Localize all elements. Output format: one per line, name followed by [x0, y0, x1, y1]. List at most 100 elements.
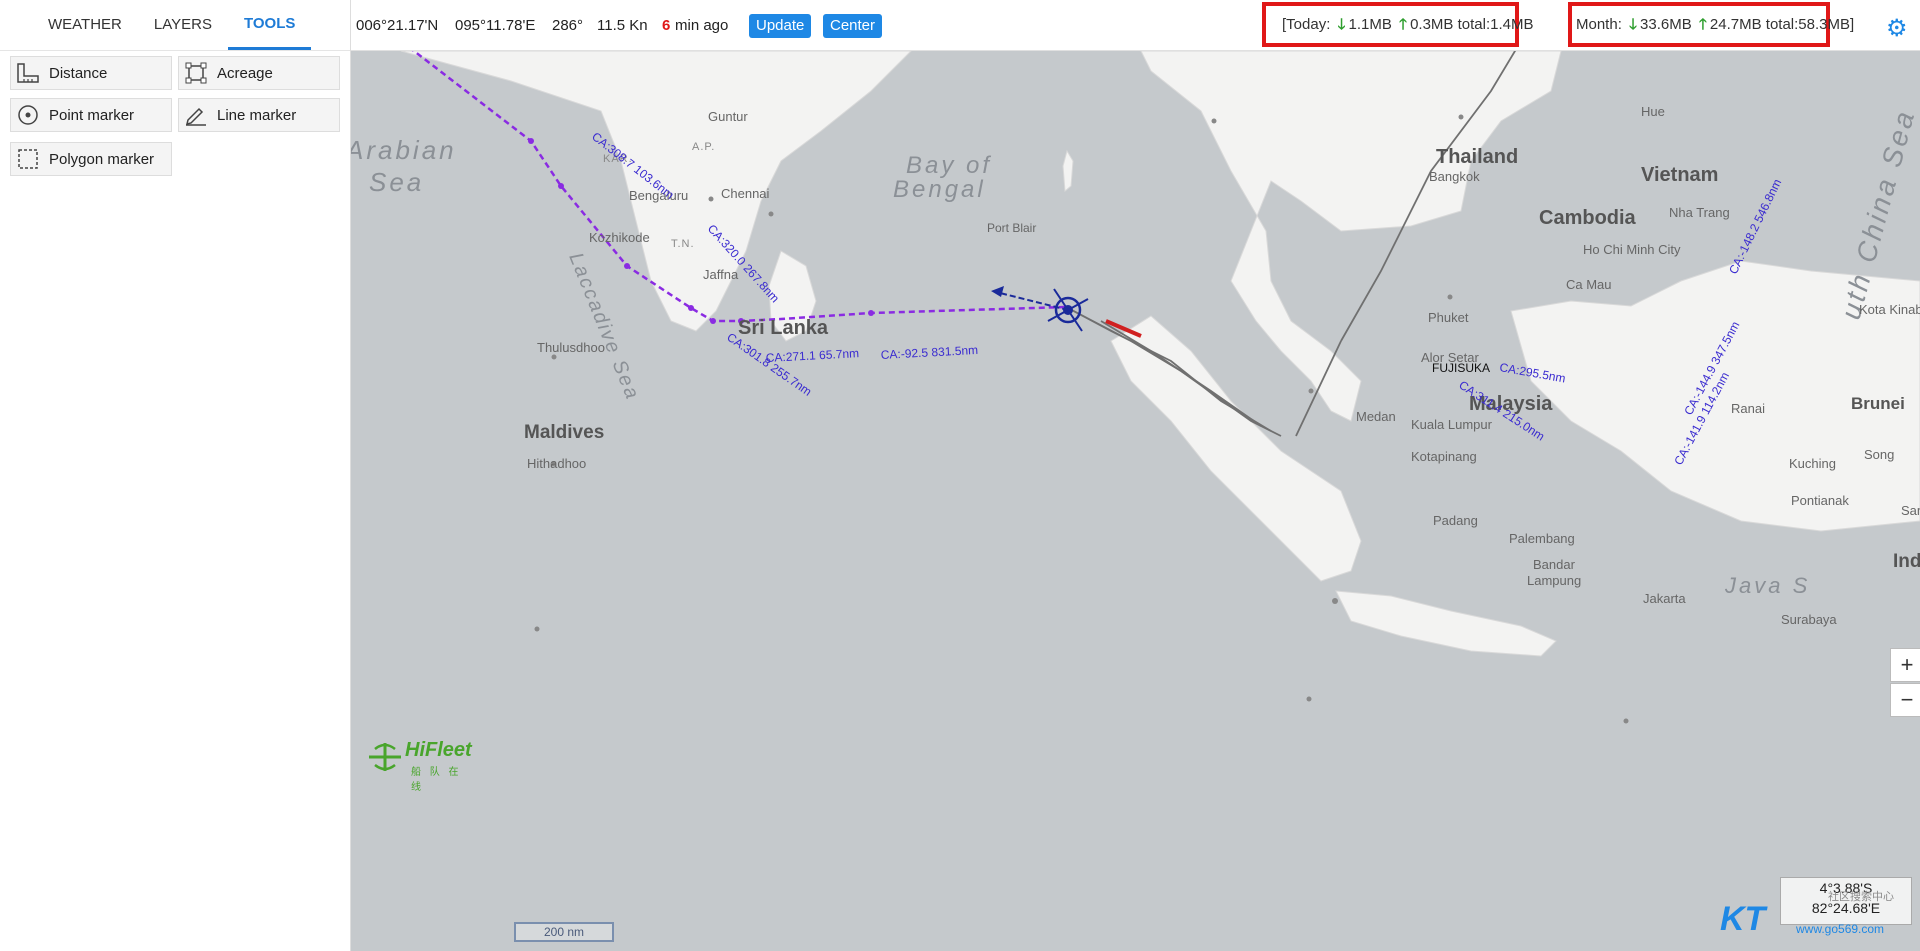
tab-weather[interactable]: WEATHER: [32, 0, 138, 50]
map-label: A.P.: [692, 141, 715, 153]
settings-gear-icon[interactable]: ⚙: [1886, 14, 1908, 43]
month-total: total:58.3MB]: [1765, 16, 1855, 33]
ruler-icon: [15, 60, 41, 86]
longitude-value: 095°11.78'E: [455, 17, 536, 34]
hifleet-logo: HiFleet 船 队 在 线: [365, 739, 475, 793]
month-usage-box: Month: 🡓 33.6MB 🡑 24.7MB total:58.3MB]: [1568, 2, 1854, 47]
zoom-in-button[interactable]: +: [1890, 648, 1920, 682]
tab-layers[interactable]: LAYERS: [138, 0, 228, 50]
map-label: Surabaya: [1781, 612, 1837, 627]
map-label: Jakarta: [1643, 591, 1686, 606]
ship-name-label: FUJISUKA: [1432, 361, 1490, 375]
map-label: Java S: [1724, 573, 1810, 598]
map-label: Chennai: [721, 186, 770, 201]
polygon-marker-label: Polygon marker: [49, 150, 155, 168]
download-arrow-icon: 🡓: [1337, 16, 1346, 33]
dashed-square-icon: [15, 146, 41, 172]
route-label: CA:-148.2 546.8nm: [1726, 177, 1784, 277]
speed-value: 11.5 Kn: [597, 17, 648, 34]
map-label: Guntur: [708, 109, 748, 124]
map-label: Kozhikode: [589, 230, 650, 245]
map-label: Sea: [369, 167, 424, 197]
watermark: 社区搜索中心 KT www.go569.com: [1720, 888, 1920, 948]
map-label: Nha Trang: [1669, 205, 1730, 220]
acreage-tool-button[interactable]: Acreage: [178, 56, 340, 90]
acreage-label: Acreage: [217, 64, 273, 82]
hifleet-logo-icon: [369, 743, 401, 771]
java-landmass: [1335, 590, 1557, 657]
map-label: Laccadive Sea: [564, 250, 643, 404]
month-label: Month:: [1576, 16, 1622, 33]
polygon-marker-tool-button[interactable]: Polygon marker: [10, 142, 172, 176]
update-button[interactable]: Update: [749, 14, 812, 38]
tab-tools[interactable]: TOOLS: [227, 0, 312, 50]
today-total: total:1.4MB: [1457, 16, 1534, 33]
panel-tabs: WEATHER LAYERS TOOLS: [0, 0, 350, 51]
left-panel: WEATHER LAYERS TOOLS Distance Acreage Po…: [0, 0, 351, 951]
mainland-se-asia-landmass: [1140, 51, 1562, 422]
route-label: CA:-92.5 831.5nm: [880, 343, 978, 362]
map-label: Hue: [1641, 104, 1665, 119]
map-label: Ranai: [1731, 401, 1765, 416]
upload-arrow-icon: 🡑: [1399, 16, 1407, 33]
update-age-number: 6: [662, 17, 671, 34]
route-label: CA:271.1 65.7nm: [765, 346, 859, 365]
hifleet-logo-text: HiFleet: [405, 739, 472, 761]
map-label: Bengal: [893, 176, 986, 203]
map-label: Ho Chi Minh City: [1583, 242, 1681, 257]
map-label: Kuala Lumpur: [1411, 417, 1493, 432]
line-marker-tool-button[interactable]: Line marker: [178, 98, 340, 132]
map-label: Palembang: [1509, 531, 1575, 546]
map-label: Padang: [1433, 513, 1478, 528]
line-marker-label: Line marker: [217, 106, 297, 124]
download-arrow-icon: 🡓: [1629, 16, 1637, 33]
map-label: Brunei: [1851, 394, 1905, 413]
map-canvas[interactable]: Arabian Sea Bay of Bengal Laccadive Sea …: [351, 51, 1920, 951]
map-label: Sri Lanka: [738, 317, 829, 339]
map-label: Medan: [1356, 409, 1396, 424]
upload-arrow-icon: 🡑: [1699, 16, 1707, 33]
andaman-islands-landmass: [1062, 149, 1074, 193]
map-label: Cambodia: [1539, 207, 1637, 229]
map-label: Arabian: [351, 135, 457, 165]
ship-status-bar: 006°21.17'N 095°11.78'E 286° 11.5 Kn 6 m…: [351, 0, 1920, 51]
today-upload: 0.3MB: [1410, 16, 1454, 33]
map-label: Maldives: [524, 422, 604, 443]
map-label: Bandar: [1533, 557, 1576, 572]
zoom-out-button[interactable]: −: [1890, 683, 1920, 717]
map-label: Vietnam: [1641, 164, 1718, 186]
today-download: 1.1MB: [1348, 16, 1392, 33]
center-button[interactable]: Center: [823, 14, 883, 38]
map-label: Ind: [1893, 551, 1920, 572]
area-icon: [183, 60, 209, 86]
today-usage-box: [Today: 🡓 1.1MB 🡑 0.3MB total:1.4MB: [1262, 2, 1533, 47]
map-label: Bay of: [906, 152, 992, 179]
month-upload: 24.7MB: [1709, 16, 1762, 33]
map-label: Sam: [1901, 503, 1920, 518]
landmass-layer: [400, 51, 1920, 657]
map-label: Bangkok: [1429, 169, 1480, 184]
target-icon: [15, 102, 41, 128]
map-label: Kotapinang: [1411, 449, 1477, 464]
map-label: T.N.: [671, 238, 695, 250]
map-label: Pontianak: [1791, 493, 1849, 508]
today-label: [Today:: [1282, 16, 1331, 33]
watermark-subtext: 社区搜索中心: [1828, 891, 1894, 903]
watermark-url: www.go569.com: [1796, 922, 1885, 936]
map-label: Ca Mau: [1566, 277, 1612, 292]
update-age-unit: min ago: [675, 17, 729, 34]
map-label: Thulusdhoo: [537, 340, 605, 355]
map-label: Song: [1864, 447, 1894, 462]
scale-bar: 200 nm: [514, 922, 614, 942]
point-marker-tool-button[interactable]: Point marker: [10, 98, 172, 132]
map-label: Port Blair: [987, 221, 1036, 235]
map-label: Lampung: [1527, 573, 1581, 588]
point-marker-label: Point marker: [49, 106, 135, 124]
map-label: Phuket: [1428, 310, 1469, 325]
map-svg: Arabian Sea Bay of Bengal Laccadive Sea …: [351, 51, 1920, 724]
map-label: Thailand: [1436, 146, 1518, 168]
distance-label: Distance: [49, 64, 108, 82]
distance-tool-button[interactable]: Distance: [10, 56, 172, 90]
map-label: Jaffna: [703, 267, 739, 282]
map-label: Kota Kinab: [1859, 302, 1920, 317]
